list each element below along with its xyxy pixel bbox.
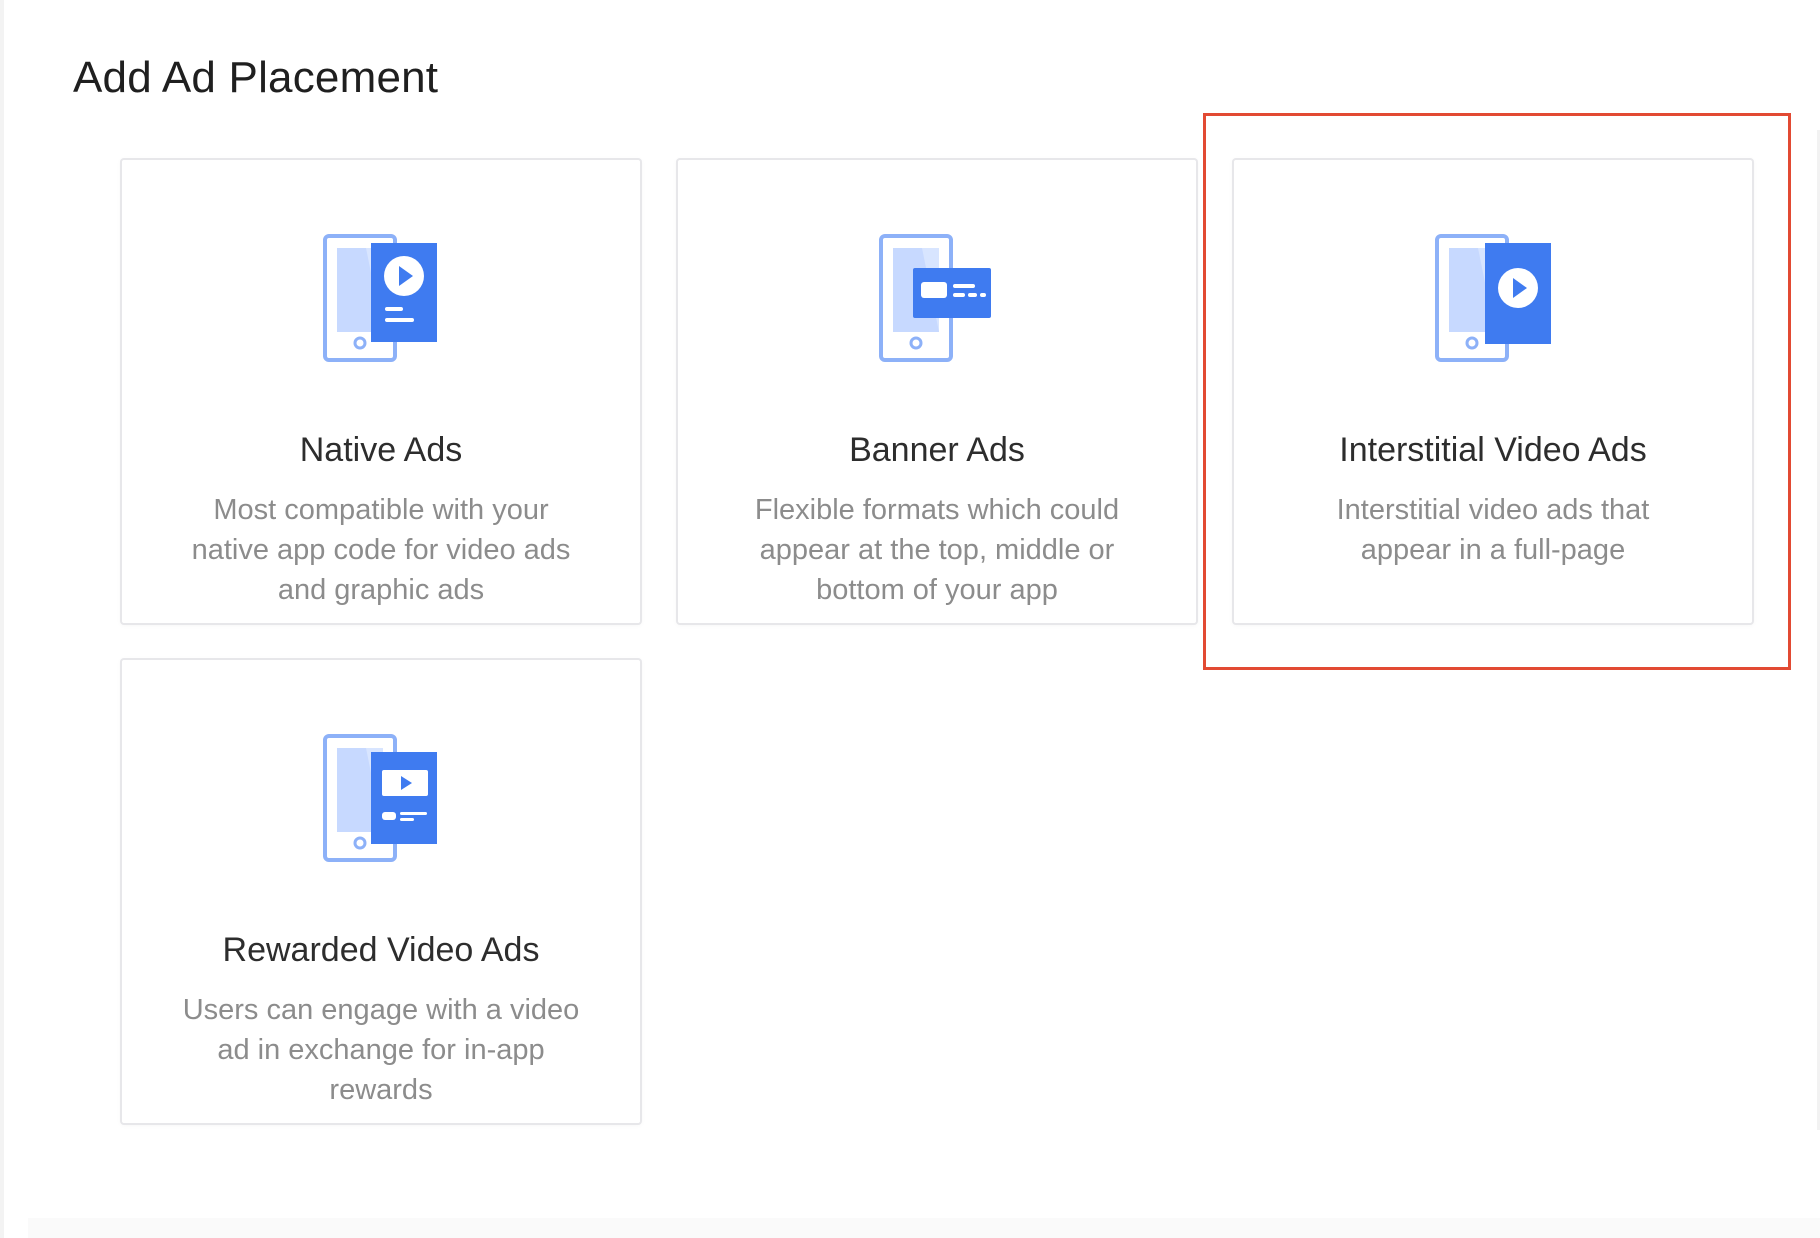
banner-ad-phone-icon <box>879 234 991 362</box>
banner-ads-description: Flexible formats which could appear at t… <box>754 494 1120 606</box>
native-ads-description: Most compatible with your native app cod… <box>191 494 571 606</box>
banner-ads-card[interactable]: Banner Ads Flexible formats which could … <box>676 158 1198 625</box>
rewarded-video-ad-phone-icon <box>323 734 437 862</box>
native-ad-phone-icon <box>323 234 437 362</box>
rewarded-video-ads-description: Users can engage with a video ad in exch… <box>182 994 580 1106</box>
native-ads-title: Native Ads <box>299 431 463 469</box>
interstitial-video-ads-description: Interstitial video ads that appear in a … <box>1336 494 1650 566</box>
bottom-strip <box>28 1218 1820 1238</box>
banner-ads-title: Banner Ads <box>849 431 1025 469</box>
interstitial-video-ads-title: Interstitial Video Ads <box>1339 431 1647 469</box>
native-ads-card[interactable]: Native Ads Most compatible with your nat… <box>120 158 642 625</box>
rewarded-video-ads-card[interactable]: Rewarded Video Ads Users can engage with… <box>120 658 642 1125</box>
interstitial-video-ad-phone-icon <box>1435 234 1551 362</box>
ad-placement-page: Add Ad Placement Native Ads Most compati… <box>0 0 1820 1238</box>
interstitial-video-ads-card[interactable]: Interstitial Video Ads Interstitial vide… <box>1232 158 1754 625</box>
rewarded-video-ads-title: Rewarded Video Ads <box>222 931 540 969</box>
page-title: Add Ad Placement <box>73 53 439 102</box>
